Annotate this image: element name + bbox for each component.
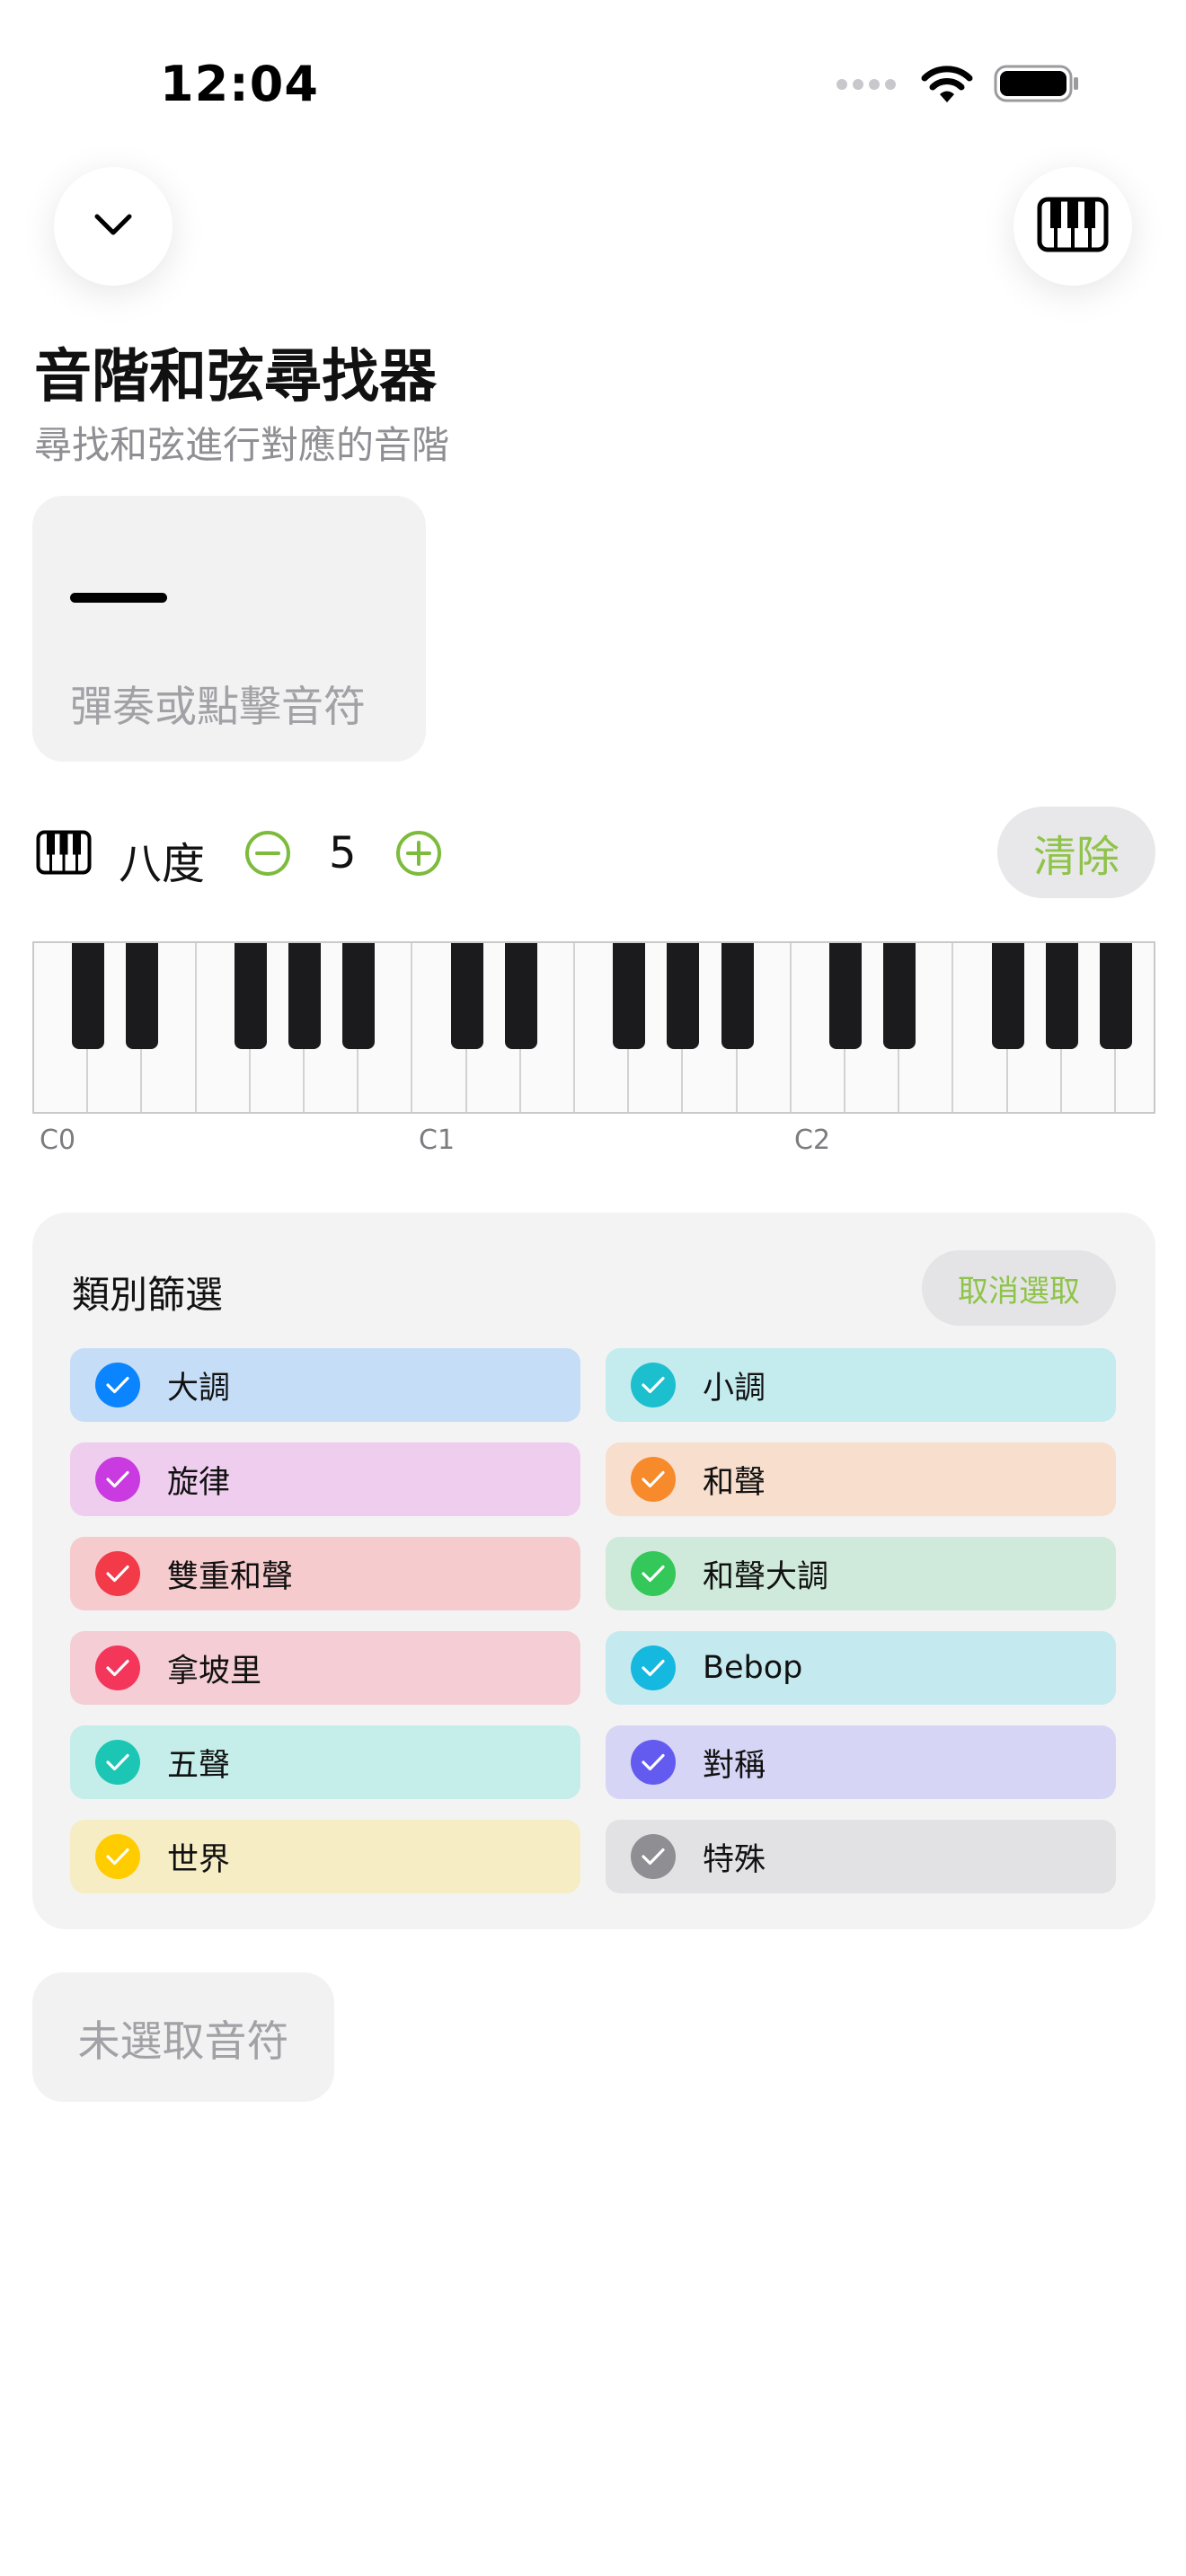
note-placeholder-dash [70,593,167,603]
deselect-all-button[interactable]: 取消選取 [922,1250,1116,1326]
category-chip-label: 和聲大調 [703,1558,829,1595]
checkmark-icon [95,1363,140,1407]
category-chip[interactable]: 五聲 [70,1725,580,1799]
category-chip[interactable]: 和聲大調 [606,1537,1116,1610]
category-chip[interactable]: 雙重和聲 [70,1537,580,1610]
category-chip[interactable]: 特殊 [606,1820,1116,1893]
collapse-button[interactable] [54,167,173,286]
category-chip[interactable]: 拿坡里 [70,1631,580,1705]
checkmark-icon [631,1551,676,1596]
page-title: 音階和弦尋找器 [34,344,437,410]
checkmark-icon [631,1740,676,1785]
checkmark-icon [95,1645,140,1690]
category-chip[interactable]: 大調 [70,1348,580,1422]
category-chip-label: 特殊 [703,1841,766,1878]
status-icons [836,63,1080,108]
filter-title: 類別篩選 [72,1273,224,1317]
checkmark-icon [95,1834,140,1879]
octave-value: 5 [329,828,357,878]
checkmark-icon [95,1551,140,1596]
black-key[interactable] [721,943,754,1049]
black-key[interactable] [1045,943,1078,1049]
checkmark-icon [95,1740,140,1785]
status-time: 12:04 [160,56,319,112]
category-chip[interactable]: 旋律 [70,1442,580,1516]
black-key[interactable] [234,943,267,1049]
category-chip[interactable]: 世界 [70,1820,580,1893]
octave-label-c1: C1 [419,1125,456,1156]
category-chip-label: 小調 [703,1370,766,1407]
black-key[interactable] [829,943,862,1049]
black-key[interactable] [342,943,376,1049]
piano-icon [1037,197,1109,256]
black-key[interactable] [667,943,700,1049]
octave-label-c2: C2 [794,1125,831,1156]
checkmark-icon [631,1363,676,1407]
black-key[interactable] [613,943,646,1049]
wifi-icon [920,63,974,108]
no-notes-selected-label: 未選取音符 [32,1972,334,2102]
category-chip-label: 對稱 [703,1747,766,1784]
black-key[interactable] [126,943,159,1049]
category-chip-label: Bebop [703,1650,803,1686]
category-chip-label: 大調 [167,1370,231,1407]
checkmark-icon [631,1645,676,1690]
black-key[interactable] [450,943,483,1049]
category-chip[interactable]: 對稱 [606,1725,1116,1799]
octave-increase-button[interactable] [395,830,442,880]
category-chip[interactable]: 和聲 [606,1442,1116,1516]
category-chip-label: 旋律 [167,1464,231,1501]
checkmark-icon [95,1457,140,1502]
black-key[interactable] [883,943,916,1049]
page-subtitle: 尋找和弦進行對應的音階 [34,423,450,467]
checkmark-icon [631,1834,676,1879]
category-chip[interactable]: 小調 [606,1348,1116,1422]
category-chip-label: 五聲 [167,1747,231,1784]
category-chip-label: 世界 [167,1841,231,1878]
octave-decrease-button[interactable] [244,830,291,880]
piano-keyboard[interactable] [32,941,1155,1114]
battery-icon [994,63,1080,108]
piano-button[interactable] [1013,167,1132,286]
checkmark-icon [631,1457,676,1502]
black-key[interactable] [504,943,537,1049]
category-chip[interactable]: Bebop [606,1631,1116,1705]
octave-label: 八度 [119,839,206,889]
cellular-signal-icon [836,77,900,94]
black-key[interactable] [991,943,1024,1049]
black-key[interactable] [72,943,105,1049]
clear-button[interactable]: 清除 [997,807,1155,898]
black-key[interactable] [1100,943,1132,1049]
category-chip-label: 雙重和聲 [167,1558,294,1595]
black-key[interactable] [288,943,321,1049]
chevron-down-icon [93,212,133,241]
category-chip-label: 和聲 [703,1464,766,1501]
keyboard-icon [36,830,92,878]
octave-label-c0: C0 [40,1125,76,1156]
note-input-hint: 彈奏或點擊音符 [70,683,366,732]
category-chip-label: 拿坡里 [167,1653,262,1689]
